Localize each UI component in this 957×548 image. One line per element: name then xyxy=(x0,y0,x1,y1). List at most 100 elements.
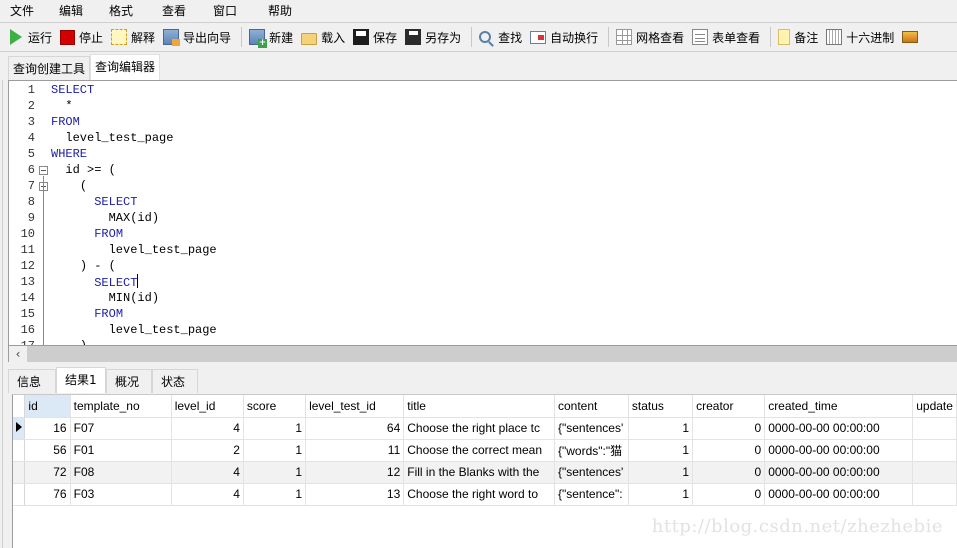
tab-result1[interactable]: 结果1 xyxy=(56,367,106,393)
cell-content[interactable]: {"sentence": xyxy=(554,483,629,506)
new-button[interactable]: 新建 xyxy=(249,29,293,48)
table-row[interactable]: 16 F07 4 1 64 Choose the right place tc {"sent… xyxy=(13,417,957,440)
cell-created-time[interactable]: 0000-00-00 00:00:00 xyxy=(764,461,914,484)
grid-view-button[interactable]: 网格查看 xyxy=(616,29,684,46)
image-button[interactable] xyxy=(902,31,922,43)
row-selector[interactable] xyxy=(13,483,26,506)
cell-score[interactable]: 1 xyxy=(243,417,307,440)
menu-view[interactable]: 查看 xyxy=(162,2,186,19)
editor-horizontal-scrollbar[interactable]: ‹ xyxy=(8,346,957,362)
tab-query-builder[interactable]: 查询创建工具 xyxy=(8,56,91,80)
line-number: 5 xyxy=(27,147,35,161)
cell-title[interactable]: Choose the right word to xyxy=(403,483,555,506)
tab-info[interactable]: 信息 xyxy=(8,369,56,393)
save-button[interactable]: 保存 xyxy=(353,29,397,46)
code-line: 4 level_test_page xyxy=(9,130,957,146)
cell-update[interactable] xyxy=(912,461,957,484)
cell-created-time[interactable]: 0000-00-00 00:00:00 xyxy=(764,417,914,440)
run-button[interactable]: 运行 xyxy=(10,29,52,46)
menu-window[interactable]: 窗口 xyxy=(213,2,237,19)
cell-template-no[interactable]: F07 xyxy=(70,417,172,440)
cell-level-id[interactable]: 4 xyxy=(171,417,244,440)
cell-status[interactable]: 1 xyxy=(628,483,694,506)
cell-template-no[interactable]: F03 xyxy=(70,483,172,506)
menu-help[interactable]: 帮助 xyxy=(268,2,292,19)
stop-button[interactable]: 停止 xyxy=(60,29,103,46)
menu-edit[interactable]: 编辑 xyxy=(59,2,83,19)
cell-score[interactable]: 1 xyxy=(243,439,307,462)
table-row[interactable]: 76 F03 4 1 13 Choose the right word to {"sente… xyxy=(13,483,957,506)
cell-title[interactable]: Fill in the Blanks with the xyxy=(403,461,555,484)
cell-created-time[interactable]: 0000-00-00 00:00:00 xyxy=(764,483,914,506)
column-header-template-no[interactable]: template_no xyxy=(70,395,172,418)
tab-status[interactable]: 状态 xyxy=(152,369,198,393)
cell-title[interactable]: Choose the right place tc xyxy=(403,417,555,440)
cell-creator[interactable]: 0 xyxy=(692,483,766,506)
form-view-button[interactable]: 表单查看 xyxy=(692,29,760,46)
export-wizard-button[interactable]: 导出向导 xyxy=(163,29,231,46)
menu-format[interactable]: 格式 xyxy=(109,2,133,19)
cell-id[interactable]: 16 xyxy=(24,417,71,440)
tab-profile[interactable]: 概况 xyxy=(106,369,152,393)
load-button[interactable]: 载入 xyxy=(301,29,345,46)
cell-level-test-id[interactable]: 12 xyxy=(305,461,405,484)
cell-score[interactable]: 1 xyxy=(243,461,307,484)
cell-level-id[interactable]: 4 xyxy=(171,483,244,506)
column-header-content[interactable]: content xyxy=(554,395,629,418)
cell-status[interactable]: 1 xyxy=(628,417,694,440)
cell-created-time[interactable]: 0000-00-00 00:00:00 xyxy=(764,439,914,462)
hex-button[interactable]: 十六进制 xyxy=(826,29,894,46)
explain-button[interactable]: 解释 xyxy=(111,29,155,46)
cell-status[interactable]: 1 xyxy=(628,461,694,484)
toolbar-separator xyxy=(608,27,610,47)
cell-level-id[interactable]: 4 xyxy=(171,461,244,484)
column-header-id[interactable]: id xyxy=(24,395,71,418)
cell-template-no[interactable]: F01 xyxy=(70,439,172,462)
cell-content[interactable]: {"sentences' xyxy=(554,461,629,484)
cell-level-test-id[interactable]: 64 xyxy=(305,417,405,440)
cell-level-test-id[interactable]: 11 xyxy=(305,439,405,462)
cell-level-test-id[interactable]: 13 xyxy=(305,483,405,506)
cell-status[interactable]: 1 xyxy=(628,439,694,462)
find-button[interactable]: 查找 xyxy=(479,29,522,46)
row-selector[interactable] xyxy=(13,439,26,462)
table-row[interactable]: 72 F08 4 1 12 Fill in the Blanks with the {"se… xyxy=(13,461,957,484)
cell-creator[interactable]: 0 xyxy=(692,461,766,484)
table-row[interactable]: 56 F01 2 1 11 Choose the correct mean {"words"… xyxy=(13,439,957,462)
cell-update[interactable] xyxy=(912,483,957,506)
menu-file[interactable]: 文件 xyxy=(10,2,34,19)
column-header-creator[interactable]: creator xyxy=(692,395,766,418)
cell-score[interactable]: 1 xyxy=(243,483,307,506)
column-header-created-time[interactable]: created_time xyxy=(764,395,914,418)
cell-content[interactable]: {"sentences' xyxy=(554,417,629,440)
cell-update[interactable] xyxy=(912,439,957,462)
cell-creator[interactable]: 0 xyxy=(692,439,766,462)
cell-content[interactable]: {"words":"猫 xyxy=(554,439,629,462)
row-selector[interactable] xyxy=(13,461,26,484)
column-header-level-test-id[interactable]: level_test_id xyxy=(305,395,405,418)
cell-template-no[interactable]: F08 xyxy=(70,461,172,484)
new-query-icon xyxy=(249,29,268,48)
column-header-status[interactable]: status xyxy=(628,395,694,418)
cell-id[interactable]: 72 xyxy=(24,461,71,484)
sql-editor[interactable]: 1 SELECT 2 * 3 FROM 4 level_test_page 5 WHERE 6 … xyxy=(8,80,957,346)
search-icon xyxy=(479,31,492,43)
cell-id[interactable]: 56 xyxy=(24,439,71,462)
cell-update[interactable] xyxy=(912,417,957,440)
column-header-title[interactable]: title xyxy=(403,395,555,418)
tab-query-editor[interactable]: 查询编辑器 xyxy=(90,54,161,80)
column-header-score[interactable]: score xyxy=(243,395,307,418)
save-as-button[interactable]: 另存为 xyxy=(405,29,461,46)
memo-button[interactable]: 备注 xyxy=(778,29,818,46)
row-selector[interactable] xyxy=(13,417,26,440)
cell-creator[interactable]: 0 xyxy=(692,417,766,440)
fold-collapse-icon[interactable] xyxy=(39,166,48,175)
column-header-level-id[interactable]: level_id xyxy=(171,395,244,418)
scroll-left-arrow-icon[interactable]: ‹ xyxy=(9,346,27,362)
cell-level-id[interactable]: 2 xyxy=(171,439,244,462)
code-text: level_test_page xyxy=(51,242,217,258)
cell-id[interactable]: 76 xyxy=(24,483,71,506)
column-header-update[interactable]: update xyxy=(912,395,957,418)
word-wrap-button[interactable]: 自动换行 xyxy=(530,29,598,46)
cell-title[interactable]: Choose the correct mean xyxy=(403,439,555,462)
